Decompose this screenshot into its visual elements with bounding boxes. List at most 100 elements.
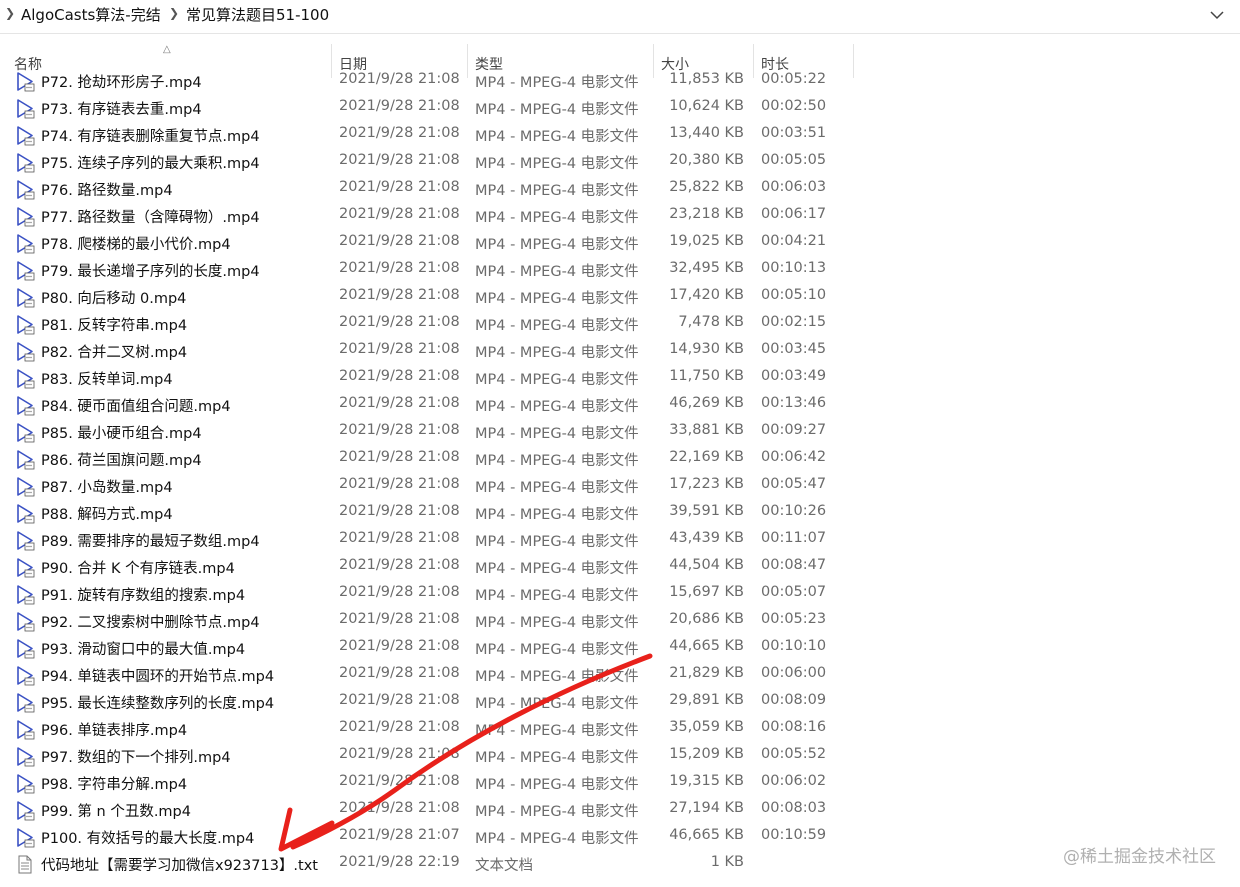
breadcrumb-item-parent[interactable]: AlgoCasts算法-完结	[21, 4, 161, 25]
file-name[interactable]: P82. 合并二叉树.mp4	[41, 341, 187, 362]
file-type: MP4 - MPEG-4 电影文件	[475, 777, 639, 793]
file-name[interactable]: P86. 荷兰国旗问题.mp4	[41, 449, 202, 470]
file-row[interactable]: P76. 路径数量.mp4 2021/9/28 21:08 MP4 - MPEG-4…	[0, 175, 1240, 202]
file-row[interactable]: P93. 滑动窗口中的最大值.mp4 2021/9/28 21:08 MP4 - M…	[0, 634, 1240, 661]
file-row[interactable]: P74. 有序链表删除重复节点.mp4 2021/9/28 21:08 MP4 - …	[0, 121, 1240, 148]
file-name[interactable]: P73. 有序链表去重.mp4	[41, 98, 202, 119]
file-date: 2021/9/28 21:08	[339, 557, 460, 573]
file-name[interactable]: P85. 最小硬币组合.mp4	[41, 422, 202, 443]
file-name[interactable]: P96. 单链表排序.mp4	[41, 719, 187, 740]
file-name[interactable]: P99. 第 n 个丑数.mp4	[41, 800, 191, 821]
file-date: 2021/9/28 21:08	[339, 638, 460, 654]
file-name[interactable]: P83. 反转单词.mp4	[41, 368, 173, 389]
file-name[interactable]: P72. 抢劫环形房子.mp4	[41, 71, 202, 92]
file-row[interactable]: P95. 最长连续整数序列的长度.mp4 2021/9/28 21:08 MP4 -…	[0, 688, 1240, 715]
file-name[interactable]: P78. 爬楼梯的最小代价.mp4	[41, 233, 231, 254]
file-name[interactable]: P75. 连续子序列的最大乘积.mp4	[41, 152, 260, 173]
file-row[interactable]: P96. 单链表排序.mp4 2021/9/28 21:08 MP4 - MPEG-…	[0, 715, 1240, 742]
file-date: 2021/9/28 21:08	[339, 314, 460, 330]
file-name[interactable]: P93. 滑动窗口中的最大值.mp4	[41, 638, 245, 659]
file-date: 2021/9/28 21:08	[339, 476, 460, 492]
file-row[interactable]: P73. 有序链表去重.mp4 2021/9/28 21:08 MP4 - MPEG…	[0, 94, 1240, 121]
file-name[interactable]: P79. 最长递增子序列的长度.mp4	[41, 260, 260, 281]
file-row[interactable]: P90. 合并 K 个有序链表.mp4 2021/9/28 21:08 MP4 - …	[0, 553, 1240, 580]
file-row[interactable]: P86. 荷兰国旗问题.mp4 2021/9/28 21:08 MP4 - MPEG…	[0, 445, 1240, 472]
video-file-icon	[17, 423, 35, 443]
video-file-icon	[17, 72, 35, 92]
file-size: 32,495 KB	[669, 260, 744, 276]
file-name[interactable]: P92. 二叉搜索树中删除节点.mp4	[41, 611, 260, 632]
file-date: 2021/9/28 21:08	[339, 206, 460, 222]
file-duration: 00:04:21	[761, 233, 827, 249]
file-name[interactable]: P89. 需要排序的最短子数组.mp4	[41, 530, 260, 551]
file-name[interactable]: P88. 解码方式.mp4	[41, 503, 173, 524]
file-row[interactable]: P72. 抢劫环形房子.mp4 2021/9/28 21:08 MP4 - MPEG…	[0, 70, 1240, 94]
file-name[interactable]: P97. 数组的下一个排列.mp4	[41, 746, 231, 767]
breadcrumb-item-current[interactable]: 常见算法题目51-100	[186, 4, 329, 25]
file-date: 2021/9/28 21:08	[339, 665, 460, 681]
file-duration: 00:08:09	[761, 692, 827, 708]
file-row[interactable]: P99. 第 n 个丑数.mp4 2021/9/28 21:08 MP4 - MPE…	[0, 796, 1240, 823]
video-file-icon	[17, 666, 35, 686]
file-row[interactable]: P84. 硬币面值组合问题.mp4 2021/9/28 21:08 MP4 - MP…	[0, 391, 1240, 418]
file-name[interactable]: P90. 合并 K 个有序链表.mp4	[41, 557, 235, 578]
file-duration: 00:02:50	[761, 98, 827, 114]
file-date: 2021/9/28 22:19	[339, 854, 460, 870]
file-name[interactable]: P77. 路径数量（含障碍物）.mp4	[41, 206, 260, 227]
file-row[interactable]: P88. 解码方式.mp4 2021/9/28 21:08 MP4 - MPEG-4…	[0, 499, 1240, 526]
file-row[interactable]: P98. 字符串分解.mp4 2021/9/28 21:08 MP4 - MPEG-…	[0, 769, 1240, 796]
file-row[interactable]: P92. 二叉搜索树中删除节点.mp4 2021/9/28 21:08 MP4 - …	[0, 607, 1240, 634]
file-type: MP4 - MPEG-4 电影文件	[475, 453, 639, 469]
file-duration: 00:03:45	[761, 341, 827, 357]
breadcrumb-chevron-icon[interactable]: ❯	[5, 6, 15, 20]
file-name[interactable]: 代码地址【需要学习加微信x923713】.txt	[41, 854, 318, 875]
file-row[interactable]: P100. 有效括号的最大长度.mp4 2021/9/28 21:07 MP4 - …	[0, 823, 1240, 850]
file-row[interactable]: P85. 最小硬币组合.mp4 2021/9/28 21:08 MP4 - MPEG…	[0, 418, 1240, 445]
file-name[interactable]: P91. 旋转有序数组的搜索.mp4	[41, 584, 245, 605]
file-name[interactable]: P80. 向后移动 0.mp4	[41, 287, 186, 308]
file-row[interactable]: P81. 反转字符串.mp4 2021/9/28 21:08 MP4 - MPEG-…	[0, 310, 1240, 337]
file-date: 2021/9/28 21:08	[339, 71, 460, 87]
file-row[interactable]: P89. 需要排序的最短子数组.mp4 2021/9/28 21:08 MP4 - …	[0, 526, 1240, 553]
file-name[interactable]: P95. 最长连续整数序列的长度.mp4	[41, 692, 274, 713]
file-date: 2021/9/28 21:08	[339, 449, 460, 465]
file-name[interactable]: P94. 单链表中圆环的开始节点.mp4	[41, 665, 274, 686]
video-file-icon	[17, 153, 35, 173]
file-row[interactable]: P91. 旋转有序数组的搜索.mp4 2021/9/28 21:08 MP4 - M…	[0, 580, 1240, 607]
file-type: MP4 - MPEG-4 电影文件	[475, 615, 639, 631]
video-file-icon	[17, 180, 35, 200]
file-name[interactable]: P74. 有序链表删除重复节点.mp4	[41, 125, 260, 146]
file-row[interactable]: P79. 最长递增子序列的长度.mp4 2021/9/28 21:08 MP4 - …	[0, 256, 1240, 283]
chevron-down-icon[interactable]	[1208, 6, 1226, 24]
file-name[interactable]: P87. 小岛数量.mp4	[41, 476, 173, 497]
file-row[interactable]: P82. 合并二叉树.mp4 2021/9/28 21:08 MP4 - MPEG-…	[0, 337, 1240, 364]
file-row[interactable]: P77. 路径数量（含障碍物）.mp4 2021/9/28 21:08 MP4 - …	[0, 202, 1240, 229]
file-row[interactable]: P83. 反转单词.mp4 2021/9/28 21:08 MP4 - MPEG-4…	[0, 364, 1240, 391]
file-row[interactable]: P87. 小岛数量.mp4 2021/9/28 21:08 MP4 - MPEG-4…	[0, 472, 1240, 499]
file-date: 2021/9/28 21:08	[339, 233, 460, 249]
file-duration: 00:11:07	[761, 530, 827, 546]
file-row[interactable]: P75. 连续子序列的最大乘积.mp4 2021/9/28 21:08 MP4 - …	[0, 148, 1240, 175]
file-name[interactable]: P84. 硬币面值组合问题.mp4	[41, 395, 231, 416]
file-row[interactable]: P94. 单链表中圆环的开始节点.mp4 2021/9/28 21:08 MP4 -…	[0, 661, 1240, 688]
file-type: MP4 - MPEG-4 电影文件	[475, 372, 639, 388]
file-size: 11,750 KB	[669, 368, 744, 384]
file-date: 2021/9/28 21:08	[339, 746, 460, 762]
file-duration: 00:05:05	[761, 152, 827, 168]
file-duration: 00:06:03	[761, 179, 827, 195]
file-date: 2021/9/28 21:08	[339, 260, 460, 276]
file-date: 2021/9/28 21:08	[339, 125, 460, 141]
video-file-icon	[17, 774, 35, 794]
file-name[interactable]: P98. 字符串分解.mp4	[41, 773, 187, 794]
file-name[interactable]: P100. 有效括号的最大长度.mp4	[41, 827, 254, 848]
file-size: 44,504 KB	[669, 557, 744, 573]
file-duration: 00:13:46	[761, 395, 827, 411]
file-name[interactable]: P76. 路径数量.mp4	[41, 179, 173, 200]
file-row[interactable]: P78. 爬楼梯的最小代价.mp4 2021/9/28 21:08 MP4 - MP…	[0, 229, 1240, 256]
file-name[interactable]: P81. 反转字符串.mp4	[41, 314, 187, 335]
file-row[interactable]: P80. 向后移动 0.mp4 2021/9/28 21:08 MP4 - MPEG…	[0, 283, 1240, 310]
breadcrumb-chevron-icon[interactable]: ❯	[169, 6, 179, 20]
file-row[interactable]: 代码地址【需要学习加微信x923713】.txt 2021/9/28 22:19 文…	[0, 850, 1240, 877]
file-size: 21,829 KB	[669, 665, 744, 681]
file-row[interactable]: P97. 数组的下一个排列.mp4 2021/9/28 21:08 MP4 - MP…	[0, 742, 1240, 769]
